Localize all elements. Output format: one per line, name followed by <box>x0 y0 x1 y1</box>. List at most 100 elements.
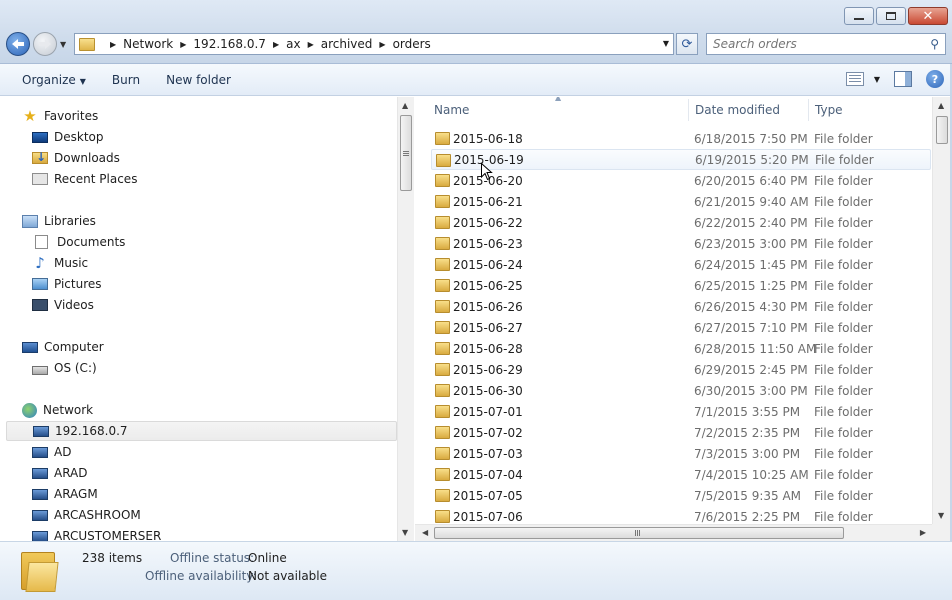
nav-item-documents[interactable]: Documents <box>35 232 125 252</box>
search-input[interactable] <box>713 37 913 51</box>
burn-button[interactable]: Burn <box>106 69 146 91</box>
file-row[interactable]: 2015-06-28 6/28/2015 11:50 AM File folder <box>431 338 931 359</box>
scroll-left-icon[interactable]: ◀ <box>422 528 428 537</box>
scroll-thumb[interactable] <box>936 116 948 144</box>
nav-libraries[interactable]: Libraries <box>22 211 96 231</box>
file-type: File folder <box>814 509 873 524</box>
nav-item-pictures[interactable]: Pictures <box>32 274 102 294</box>
file-name: 2015-07-03 <box>453 446 523 461</box>
nav-item-aragm[interactable]: ARAGM <box>32 484 98 504</box>
recent-pages-dropdown[interactable]: ▼ <box>60 40 66 49</box>
file-row[interactable]: 2015-07-02 7/2/2015 2:35 PM File folder <box>431 422 931 443</box>
folder-icon <box>435 300 450 313</box>
back-button[interactable] <box>6 32 30 56</box>
breadcrumb-network[interactable]: Network <box>123 37 173 51</box>
minimize-button[interactable] <box>844 7 874 25</box>
nav-item-arcashroom[interactable]: ARCASHROOM <box>32 505 141 525</box>
file-type: File folder <box>814 257 873 272</box>
nav-scrollbar[interactable]: ▲ ▼ <box>397 97 414 541</box>
scroll-right-icon[interactable]: ▶ <box>920 528 926 537</box>
close-button[interactable]: ✕ <box>908 7 948 25</box>
nav-item-arcustomerser[interactable]: ARCUSTOMERSER <box>32 526 161 541</box>
file-row[interactable]: 2015-06-19 6/19/2015 5:20 PM File folder <box>431 149 931 170</box>
file-row[interactable]: 2015-06-27 6/27/2015 7:10 PM File folder <box>431 317 931 338</box>
file-row[interactable]: 2015-06-24 6/24/2015 1:45 PM File folder <box>431 254 931 275</box>
offline-status-label: Offline status: <box>170 551 255 565</box>
nav-label: Downloads <box>54 151 120 165</box>
file-row[interactable]: 2015-06-18 6/18/2015 7:50 PM File folder <box>431 128 931 149</box>
breadcrumb-ax[interactable]: ax <box>286 37 300 51</box>
column-header-type[interactable]: Type <box>815 97 925 123</box>
breadcrumb-orders[interactable]: orders <box>393 37 431 51</box>
file-row[interactable]: 2015-07-04 7/4/2015 10:25 AM File folder <box>431 464 931 485</box>
file-row[interactable]: 2015-06-30 6/30/2015 3:00 PM File folder <box>431 380 931 401</box>
column-header-date[interactable]: Date modified <box>695 97 807 123</box>
nav-item-desktop[interactable]: Desktop <box>32 127 104 147</box>
maximize-button[interactable] <box>876 7 906 25</box>
scroll-up-icon[interactable]: ▲ <box>402 101 408 110</box>
scroll-thumb[interactable] <box>434 527 844 539</box>
scroll-up-icon[interactable]: ▲ <box>938 101 944 110</box>
nav-item-ad[interactable]: AD <box>32 442 71 462</box>
nav-item-downloads[interactable]: Downloads <box>32 148 120 168</box>
chevron-right-icon[interactable]: ▶ <box>308 40 314 49</box>
file-row[interactable]: 2015-06-20 6/20/2015 6:40 PM File folder <box>431 170 931 191</box>
address-bar[interactable]: ▶ Network ▶ 192.168.0.7 ▶ ax ▶ archived … <box>74 33 674 55</box>
chevron-right-icon[interactable]: ▶ <box>110 40 116 49</box>
help-icon[interactable]: ? <box>926 70 944 88</box>
refresh-button[interactable]: ⟳ <box>676 33 698 55</box>
file-row[interactable]: 2015-07-03 7/3/2015 3:00 PM File folder <box>431 443 931 464</box>
file-row[interactable]: 2015-06-26 6/26/2015 4:30 PM File folder <box>431 296 931 317</box>
nav-network[interactable]: Network <box>22 400 93 420</box>
file-row[interactable]: 2015-06-29 6/29/2015 2:45 PM File folder <box>431 359 931 380</box>
organize-button[interactable]: Organize ▼ <box>16 69 92 91</box>
address-dropdown-icon[interactable]: ▼ <box>663 39 669 48</box>
nav-label: Music <box>54 256 89 270</box>
column-divider[interactable] <box>808 99 809 121</box>
column-header-name[interactable]: Name <box>434 97 688 123</box>
file-row[interactable]: 2015-07-01 7/1/2015 3:55 PM File folder <box>431 401 931 422</box>
chevron-right-icon[interactable]: ▶ <box>273 40 279 49</box>
file-row[interactable]: 2015-06-22 6/22/2015 2:40 PM File folder <box>431 212 931 233</box>
column-divider[interactable] <box>688 99 689 121</box>
nav-item-192-168-0-7[interactable]: 192.168.0.7 <box>6 421 397 441</box>
breadcrumb-archived[interactable]: archived <box>321 37 373 51</box>
forward-button[interactable] <box>33 32 57 56</box>
file-type: File folder <box>814 425 873 440</box>
file-row[interactable]: 2015-07-05 7/5/2015 9:35 AM File folder <box>431 485 931 506</box>
new-folder-button[interactable]: New folder <box>160 69 237 91</box>
nav-item-os-c[interactable]: OS (C:) <box>32 358 97 378</box>
new-folder-label: New folder <box>166 72 231 87</box>
search-box[interactable]: ⚲ <box>706 33 946 55</box>
folder-icon <box>435 132 450 145</box>
file-name: 2015-07-01 <box>453 404 523 419</box>
nav-item-music[interactable]: ♪ Music <box>32 253 88 273</box>
scroll-down-icon[interactable]: ▼ <box>938 511 944 520</box>
nav-label: ARAD <box>54 466 88 480</box>
breadcrumb-host[interactable]: 192.168.0.7 <box>193 37 266 51</box>
nav-computer[interactable]: Computer <box>22 337 104 357</box>
file-list-horizontal-scrollbar[interactable]: ◀ ▶ <box>415 524 932 541</box>
change-view-button[interactable]: ▼ <box>845 72 880 86</box>
file-name: 2015-06-27 <box>453 320 523 335</box>
file-type: File folder <box>814 404 873 419</box>
scroll-thumb[interactable] <box>400 115 412 191</box>
search-icon[interactable]: ⚲ <box>930 37 939 51</box>
file-list-vertical-scrollbar[interactable]: ▲ ▼ <box>932 97 950 524</box>
chevron-right-icon[interactable]: ▶ <box>180 40 186 49</box>
file-type: File folder <box>815 152 874 167</box>
scroll-down-icon[interactable]: ▼ <box>402 528 408 537</box>
file-row[interactable]: 2015-06-23 6/23/2015 3:00 PM File folder <box>431 233 931 254</box>
nav-favorites[interactable]: ★ Favorites <box>22 106 98 126</box>
preview-pane-icon[interactable] <box>894 71 912 87</box>
pictures-icon <box>32 278 48 290</box>
nav-item-videos[interactable]: Videos <box>32 295 94 315</box>
refresh-icon: ⟳ <box>681 36 693 52</box>
nav-item-recent-places[interactable]: Recent Places <box>32 169 137 189</box>
chevron-right-icon[interactable]: ▶ <box>379 40 385 49</box>
folder-icon <box>435 342 450 355</box>
file-row[interactable]: 2015-06-21 6/21/2015 9:40 AM File folder <box>431 191 931 212</box>
file-row[interactable]: 2015-06-25 6/25/2015 1:25 PM File folder <box>431 275 931 296</box>
nav-item-arad[interactable]: ARAD <box>32 463 88 483</box>
file-row[interactable]: 2015-07-06 7/6/2015 2:25 PM File folder <box>431 506 931 524</box>
